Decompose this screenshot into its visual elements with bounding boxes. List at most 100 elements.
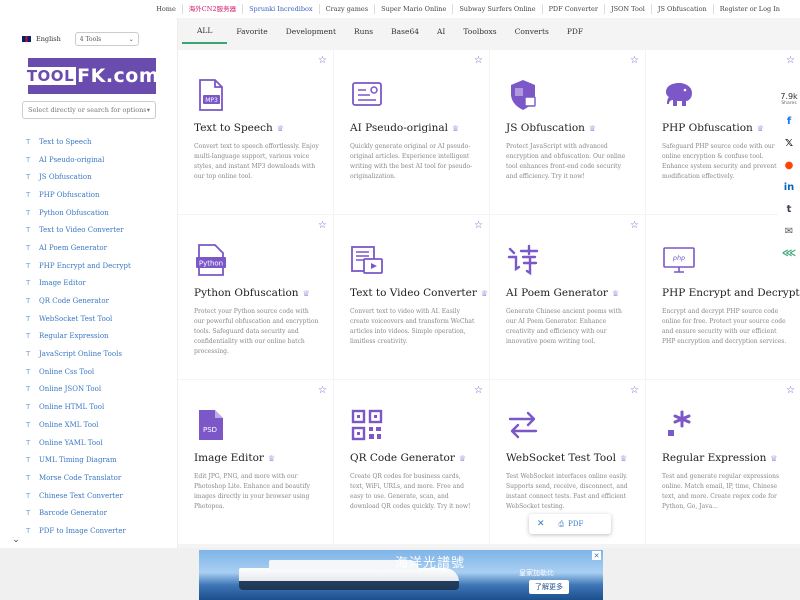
top-nav-link[interactable]: PDF Converter bbox=[541, 4, 604, 14]
top-nav-link[interactable]: Sprunki Incredibox bbox=[242, 4, 319, 14]
category-tab[interactable]: ALL bbox=[182, 18, 228, 44]
tool-card[interactable]: ☆ QR Code Generator ♕ Create QR codes for b… bbox=[334, 380, 489, 544]
email-icon[interactable]: ✉ bbox=[778, 220, 800, 242]
ad-headline: 海洋光譜號 bbox=[395, 556, 466, 571]
floating-pdf-widget[interactable]: ✕ ⎙ PDF bbox=[529, 514, 611, 534]
top-nav-link[interactable]: JSON Tool bbox=[604, 4, 651, 14]
twitter-x-icon[interactable]: 𝕏 bbox=[778, 132, 800, 154]
facebook-icon[interactable]: f bbox=[778, 110, 800, 132]
sidebar-tool-label: Regular Expression bbox=[39, 332, 109, 341]
collapse-sidebar-button[interactable]: ⌄ bbox=[0, 533, 32, 547]
category-tab[interactable]: Development bbox=[277, 18, 345, 44]
sidebar-tool-item[interactable]: T UML Timing Diagram bbox=[0, 451, 177, 469]
ad-close-icon[interactable]: ✕ bbox=[592, 551, 601, 560]
category-tab[interactable]: Converts bbox=[506, 18, 558, 44]
top-nav-link[interactable]: Super Mario Online bbox=[374, 4, 452, 14]
sidebar-tool-item[interactable]: T Image Editor bbox=[0, 275, 177, 293]
tool-card[interactable]: ☆ AI Poem Generator ♕ Generate Chinese anci… bbox=[490, 215, 645, 379]
chevron-down-icon: ⌄ bbox=[128, 35, 134, 43]
favorite-star-icon[interactable]: ☆ bbox=[474, 385, 483, 396]
top-nav-link[interactable]: Subway Surfers Online bbox=[452, 4, 541, 14]
favorite-star-icon[interactable]: ☆ bbox=[474, 220, 483, 231]
tumblr-icon[interactable]: t bbox=[778, 198, 800, 220]
favorite-star-icon[interactable]: ☆ bbox=[630, 220, 639, 231]
sidebar-tool-item[interactable]: T PHP Encrypt and Decrypt bbox=[0, 257, 177, 275]
top-nav-link[interactable]: Home bbox=[150, 4, 182, 14]
tool-card-description: Safeguard PHP source code with our onlin… bbox=[662, 143, 777, 180]
tool-card[interactable]: ☆ AI Pseudo-original ♕ Quickly generate ori… bbox=[334, 50, 489, 214]
text-tool-icon: T bbox=[26, 385, 31, 394]
sidebar-tool-item[interactable]: T JavaScript Online Tools bbox=[0, 345, 177, 363]
category-tab[interactable]: PDF bbox=[558, 18, 592, 44]
language-switcher[interactable]: English bbox=[36, 35, 61, 43]
favorite-star-icon[interactable]: ☆ bbox=[318, 55, 327, 66]
crown-icon: ♕ bbox=[770, 453, 778, 463]
site-logo[interactable]: TOOL FK.com bbox=[24, 58, 159, 94]
sidebar-tool-item[interactable]: T Text to Video Converter bbox=[0, 221, 177, 239]
sidebar-tool-item[interactable]: T Online JSON Tool bbox=[0, 381, 177, 399]
ad-banner[interactable]: 海洋光譜號 皇家加勒比 了解更多 ✕ bbox=[199, 550, 603, 600]
tool-card-title: QR Code Generator bbox=[350, 452, 455, 464]
sidebar-tool-item[interactable]: T Online HTML Tool bbox=[0, 398, 177, 416]
category-tab[interactable]: Base64 bbox=[382, 18, 428, 44]
favorite-star-icon[interactable]: ☆ bbox=[318, 220, 327, 231]
favorite-star-icon[interactable]: ☆ bbox=[786, 55, 795, 66]
tool-card-title: Image Editor bbox=[194, 452, 264, 464]
sidebar-tool-item[interactable]: T Online Css Tool bbox=[0, 363, 177, 381]
tool-card[interactable]: ☆ Text to Video Converter ♕ Convert text to… bbox=[334, 215, 489, 379]
ad-cta-button[interactable]: 了解更多 bbox=[529, 580, 569, 594]
sidebar-tool-label: Python Obfuscation bbox=[39, 208, 109, 217]
tool-card-description: Encrypt and decrypt PHP source code onli… bbox=[662, 308, 787, 345]
tool-card[interactable]: ☆ MP3 Text to Speech ♕ Convert text to speec… bbox=[178, 50, 333, 214]
favorite-star-icon[interactable]: ☆ bbox=[786, 385, 795, 396]
tool-card[interactable]: ☆ PSD Image Editor ♕ Edit JPG, PNG, and more… bbox=[178, 380, 333, 544]
favorite-star-icon[interactable]: ☆ bbox=[318, 385, 327, 396]
top-nav-link[interactable]: Register or Log In bbox=[712, 4, 786, 14]
sidebar: English 4 Tools ⌄ TOOL FK.com Select dire… bbox=[0, 18, 178, 550]
share-more-icon[interactable]: ⋘ bbox=[778, 242, 800, 264]
tool-card[interactable]: ☆ Python Python Obfuscation ♕ Protect your P… bbox=[178, 215, 333, 379]
tool-search-select[interactable]: Select directly or search for options ▾ bbox=[22, 101, 156, 119]
sidebar-tool-item[interactable]: T AI Poem Generator bbox=[0, 239, 177, 257]
swap-arrows-icon bbox=[506, 408, 540, 442]
sidebar-tool-item[interactable]: T Text to Speech bbox=[0, 133, 177, 151]
top-nav-link[interactable]: JS Obfuscation bbox=[650, 4, 713, 14]
sidebar-tool-item[interactable]: T PHP Obfuscation bbox=[0, 186, 177, 204]
favorite-star-icon[interactable]: ☆ bbox=[630, 55, 639, 66]
sidebar-tool-item[interactable]: T AI Pseudo-original bbox=[0, 151, 177, 169]
sidebar-tool-label: UML Timing Diagram bbox=[39, 456, 117, 465]
sidebar-tool-item[interactable]: T Online XML Tool bbox=[0, 416, 177, 434]
reddit-icon[interactable]: ● bbox=[778, 154, 800, 176]
sidebar-tool-item[interactable]: T Online YAML Tool bbox=[0, 434, 177, 452]
crown-icon: ♕ bbox=[451, 123, 460, 133]
sidebar-tool-item[interactable]: T Regular Expression bbox=[0, 328, 177, 346]
tool-card[interactable]: ☆ PHP Obfuscation ♕ Safeguard PHP source co… bbox=[646, 50, 800, 214]
sidebar-tool-item[interactable]: T QR Code Generator bbox=[0, 292, 177, 310]
pdf-widget-label: PDF bbox=[568, 520, 584, 528]
category-tab[interactable]: Favorite bbox=[227, 18, 276, 44]
sidebar-tool-label: Image Editor bbox=[39, 279, 86, 288]
top-nav-link[interactable]: 海外CN2服务器 bbox=[181, 4, 242, 14]
sidebar-tool-item[interactable]: T JS Obfuscation bbox=[0, 168, 177, 186]
sidebar-tool-item[interactable]: T WebSocket Test Tool bbox=[0, 310, 177, 328]
linkedin-icon[interactable]: in bbox=[778, 176, 800, 198]
category-tab[interactable]: Runs bbox=[345, 18, 382, 44]
sidebar-tool-item[interactable]: T Morse Code Translator bbox=[0, 469, 177, 487]
tool-card[interactable]: ☆ JS Obfuscation ♕ Protect JavaScript with … bbox=[490, 50, 645, 214]
tool-card[interactable]: ☆phpPHP Encrypt and Decrypt♕Encrypt and … bbox=[646, 215, 800, 379]
category-tab[interactable]: Toolboxs bbox=[454, 18, 505, 44]
text-tool-icon: T bbox=[26, 350, 31, 359]
top-nav-link[interactable]: Crazy games bbox=[318, 4, 375, 14]
text-tool-icon: T bbox=[26, 438, 31, 447]
crown-icon: ♕ bbox=[267, 453, 276, 463]
category-tab[interactable]: AI bbox=[428, 18, 454, 44]
favorite-star-icon[interactable]: ☆ bbox=[630, 385, 639, 396]
sidebar-tool-item[interactable]: T Python Obfuscation bbox=[0, 204, 177, 222]
crown-icon: ♕ bbox=[480, 288, 489, 298]
sidebar-tool-item[interactable]: T Barcode Generator bbox=[0, 504, 177, 522]
sidebar-tool-item[interactable]: T Chinese Text Converter bbox=[0, 487, 177, 505]
tool-card[interactable]: ☆ Regular Expression ♕ Test and generate re… bbox=[646, 380, 800, 544]
tools-count-select[interactable]: 4 Tools ⌄ bbox=[74, 32, 139, 46]
favorite-star-icon[interactable]: ☆ bbox=[474, 55, 483, 66]
close-icon[interactable]: ✕ bbox=[537, 519, 545, 529]
